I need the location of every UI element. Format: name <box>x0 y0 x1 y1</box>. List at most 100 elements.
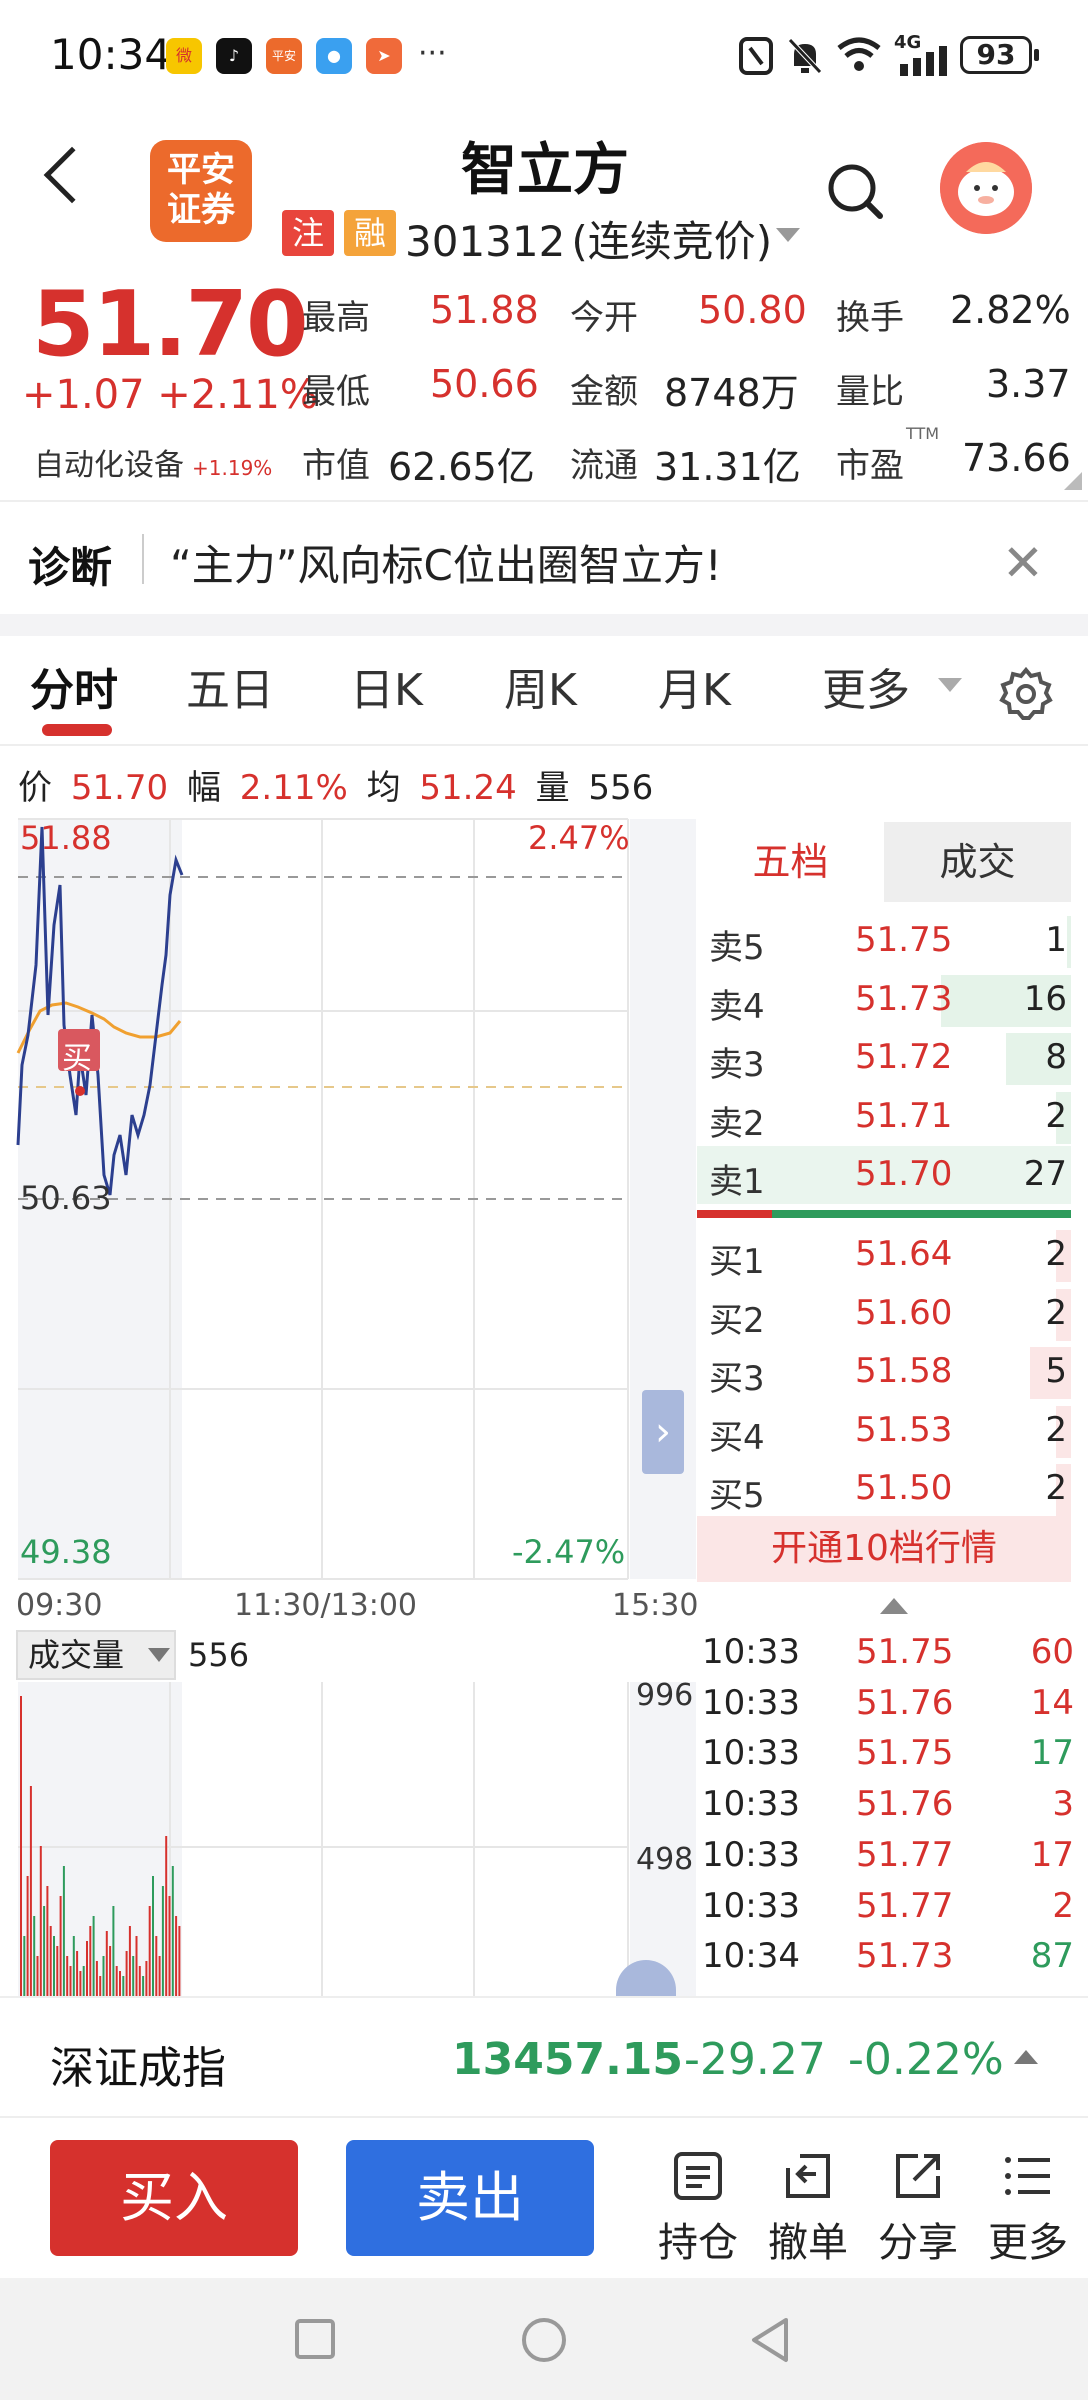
volume-bar <box>39 1846 42 1996</box>
tick-row: 10:33 51.77 17 <box>700 1831 1074 1882</box>
volume-ratio-label: 量比 <box>836 372 904 412</box>
back-button[interactable] <box>43 146 101 204</box>
pingan-app-icon: 平安 <box>266 38 302 74</box>
avatar[interactable] <box>940 142 1032 234</box>
volume-bar <box>79 1971 82 1996</box>
ask-row[interactable]: 卖2 51.71 2 <box>697 1088 1071 1146</box>
buy-button[interactable]: 买入 <box>50 2140 298 2256</box>
order-level-label: 买1 <box>709 1242 765 1282</box>
tab-trades[interactable]: 成交 <box>884 822 1071 902</box>
tab-more[interactable]: 更多 <box>822 654 910 718</box>
market-cap-value: 62.65亿 <box>388 445 535 489</box>
ask-row[interactable]: 卖3 51.72 8 <box>697 1029 1071 1087</box>
holdings-button[interactable]: 持仓 <box>648 2148 748 2268</box>
action-bar: 买入 卖出 持仓 撤单 分享 更多 <box>0 2118 1088 2278</box>
volume-bar <box>105 1931 108 1996</box>
tab-intraday[interactable]: 分时 <box>30 654 118 718</box>
more-label: 更多 <box>988 2220 1068 2266</box>
tick-row: 10:34 51.73 87 <box>700 1932 1074 1983</box>
divider <box>0 614 1088 636</box>
sector-name: 自动化设备 <box>34 448 184 483</box>
volume-bar <box>1067 916 1071 968</box>
volume-bar <box>92 1916 95 1996</box>
volume-bar <box>155 1936 158 1996</box>
chevron-up-icon[interactable] <box>880 1598 908 1614</box>
volume-bar <box>125 1951 128 1996</box>
bid-row[interactable]: 买2 51.60 2 <box>697 1285 1071 1343</box>
sector-link[interactable]: 自动化设备 +1.19% <box>34 440 272 484</box>
more-button[interactable]: 更多 <box>978 2148 1078 2268</box>
share-button[interactable]: 分享 <box>868 2148 968 2268</box>
tab-five-day[interactable]: 五日 <box>186 654 274 718</box>
tick-volume: 17 <box>1030 1733 1074 1774</box>
volume-bar <box>152 1876 154 1996</box>
active-tab-indicator <box>42 724 112 736</box>
intraday-chart[interactable]: 买 51.88 2.47% 50.63 49.38 -2.47% <box>0 815 700 1585</box>
tick-time: 10:33 <box>702 1834 800 1875</box>
volume-panel[interactable]: 成交量 556 996 498 <box>0 1630 700 2000</box>
bid-row[interactable]: 买3 51.58 5 <box>697 1343 1071 1401</box>
expand-orderbook-button[interactable]: › <box>642 1390 684 1474</box>
volume-chart <box>18 1682 696 1996</box>
low-value: 50.66 <box>430 362 539 406</box>
volume-bar <box>175 1916 178 1996</box>
expand-quote-icon[interactable] <box>1064 472 1082 490</box>
index-change-percent: -0.22% <box>848 2034 1004 2085</box>
volume-ratio-value: 3.37 <box>986 362 1071 406</box>
tab-monthly-k[interactable]: 月K <box>658 654 731 718</box>
high-value: 51.88 <box>430 288 539 332</box>
index-bar[interactable]: 深证成指 13457.15 -29.27 -0.22% <box>0 1996 1088 2118</box>
quote-panel[interactable]: 51.70 +1.07 +2.11% 自动化设备 +1.19% 最高 51.88 … <box>0 272 1088 502</box>
order-volume: 8 <box>1045 1037 1067 1077</box>
open-ten-levels-button[interactable]: 开通10档行情 <box>697 1516 1071 1582</box>
change-amount: +1.07 <box>22 372 145 418</box>
stock-code-session[interactable]: 301312 (连续竞价) <box>405 208 772 269</box>
price-value: 51.70 <box>70 768 169 808</box>
sell-button[interactable]: 卖出 <box>346 2140 594 2256</box>
order-price: 51.72 <box>855 1037 953 1077</box>
volume-bar <box>135 1936 138 1996</box>
cancel-order-button[interactable]: 撤单 <box>758 2148 858 2268</box>
ask-row[interactable]: 卖5 51.75 1 <box>697 912 1071 970</box>
tick-price: 51.76 <box>856 1682 954 1723</box>
price-change: +1.07 +2.11% <box>22 372 318 418</box>
status-time: 10:34 <box>50 30 172 79</box>
diagnosis-banner[interactable]: 诊断 “主力”风向标C位出圈智立方! ✕ <box>0 504 1088 614</box>
order-price: 51.73 <box>855 979 953 1019</box>
chevron-down-icon[interactable] <box>938 678 962 692</box>
chevron-down-icon[interactable] <box>148 1648 170 1662</box>
signal-icon <box>900 46 947 76</box>
volume-bar <box>145 1961 148 1996</box>
ask-row[interactable]: 卖4 51.73 16 <box>697 971 1071 1029</box>
tab-daily-k[interactable]: 日K <box>350 654 423 718</box>
stock-code: 301312 <box>405 217 566 266</box>
stock-header: 平安 证券 智立方 注 融 301312 (连续竞价) <box>0 110 1088 272</box>
weibo-icon: 微 <box>166 38 202 74</box>
bid-row[interactable]: 买4 51.53 2 <box>697 1402 1071 1460</box>
order-price: 51.71 <box>855 1096 953 1136</box>
recent-apps-icon[interactable] <box>294 2318 336 2360</box>
tick-volume: 60 <box>1030 1632 1074 1672</box>
volume-bar <box>132 1956 135 1996</box>
close-icon[interactable]: ✕ <box>1002 534 1044 592</box>
chart-period-tabs: 分时 五日 日K 周K 月K 更多 <box>0 636 1088 746</box>
order-price: 51.70 <box>855 1154 953 1194</box>
bid-row[interactable]: 买5 51.50 2 <box>697 1460 1071 1518</box>
chevron-up-icon[interactable] <box>1014 2050 1038 2064</box>
volume-current: 556 <box>188 1636 250 1674</box>
chevron-down-icon[interactable] <box>776 228 800 242</box>
order-level-label: 买5 <box>709 1476 765 1516</box>
last-price: 51.70 <box>32 272 309 377</box>
home-icon[interactable] <box>520 2316 568 2364</box>
ask-row[interactable]: 卖1 51.70 27 <box>697 1146 1071 1204</box>
tab-weekly-k[interactable]: 周K <box>504 654 577 718</box>
tab-five-levels[interactable]: 五档 <box>697 822 884 902</box>
holdings-icon <box>674 2152 722 2200</box>
gear-icon[interactable] <box>998 666 1054 722</box>
tick-volume: 17 <box>1030 1834 1074 1875</box>
volume-bar <box>115 1966 118 1996</box>
bid-row[interactable]: 买1 51.64 2 <box>697 1226 1071 1284</box>
tick-time: 10:33 <box>702 1682 800 1723</box>
search-icon[interactable] <box>826 162 884 220</box>
nav-back-icon[interactable] <box>748 2316 792 2364</box>
